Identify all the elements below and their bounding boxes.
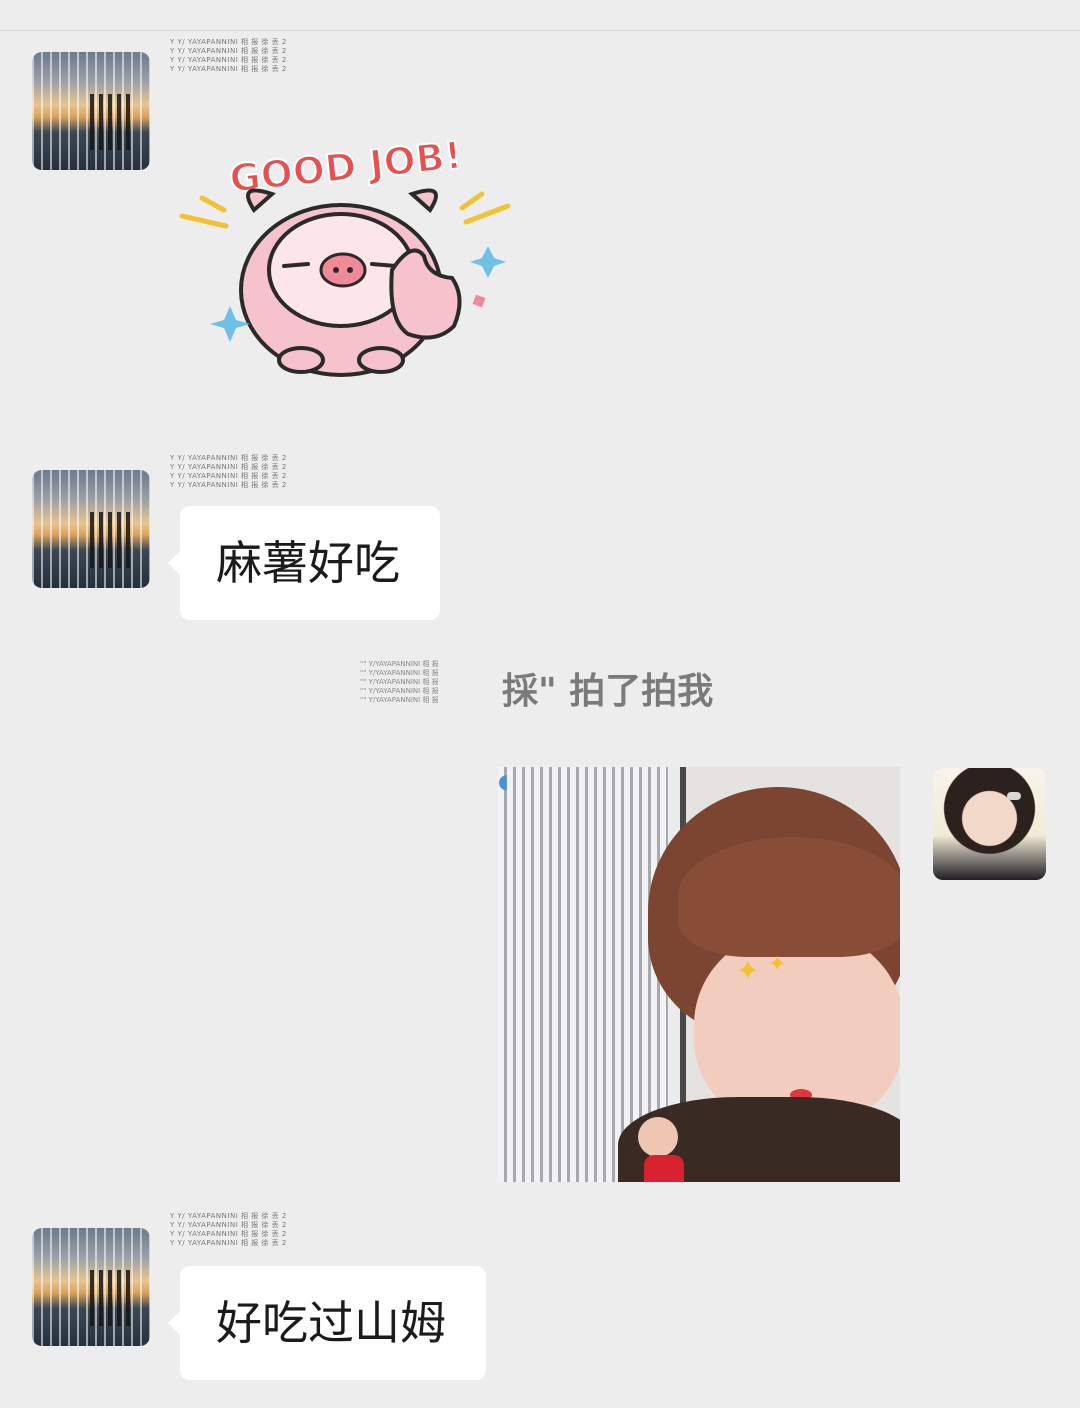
sparkle-icon: ✦ — [768, 952, 787, 977]
my-avatar[interactable] — [933, 768, 1046, 880]
thumbs-up-icon — [389, 248, 462, 340]
good-job-sticker[interactable]: GOOD JOB! — [176, 130, 516, 380]
top-divider — [0, 30, 1080, 31]
message-bubble[interactable]: 好吃过山姆 — [168, 1266, 486, 1380]
contact-avatar[interactable] — [32, 1228, 150, 1346]
message-bubble[interactable]: 麻薯好吃 — [168, 506, 440, 620]
sender-nickname: Y Y/ YAYAPANNINI 相 报 徐 丢 2 Y Y/ YAYAPANN… — [170, 454, 287, 489]
pat-system-message: "" Y/YAYAPANNINI 相 报 "" Y/YAYAPANNINI 相 … — [360, 658, 713, 718]
whale-icon: ◖ — [498, 769, 509, 793]
sparkle-icon — [470, 246, 506, 278]
contact-avatar[interactable] — [32, 52, 150, 170]
sparkle-icon: ✦ — [736, 954, 760, 987]
sender-nickname: Y Y/ YAYAPANNINI 相 报 徐 丢 2 Y Y/ YAYAPANN… — [170, 38, 287, 73]
pig-snout — [319, 252, 367, 288]
pat-sender-nickname: "" Y/YAYAPANNINI 相 报 "" Y/YAYAPANNINI 相 … — [360, 660, 439, 704]
sender-nickname: Y Y/ YAYAPANNINI 相 报 徐 丢 2 Y Y/ YAYAPANN… — [170, 1212, 287, 1247]
image-message[interactable]: ✦ ✦ ◖ — [498, 767, 900, 1182]
contact-avatar[interactable] — [32, 470, 150, 588]
pat-text: 採" 拍了拍我 — [502, 671, 714, 712]
